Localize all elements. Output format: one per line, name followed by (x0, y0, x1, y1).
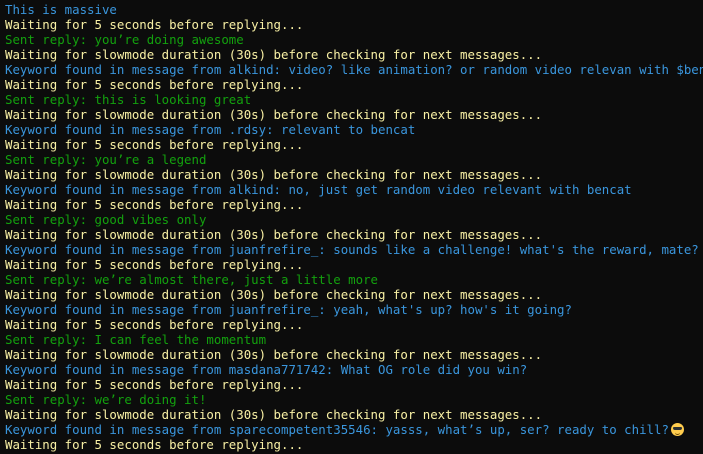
log-line: Keyword found in message from sparecompe… (5, 422, 703, 437)
log-line: Waiting for 5 seconds before replying... (5, 377, 304, 392)
log-line: This is massive (5, 2, 117, 17)
log-line: Sent reply: good vibes only (5, 212, 207, 227)
log-line: Sent reply: you’re a legend (5, 152, 207, 167)
log-line: Waiting for slowmode duration (30s) befo… (5, 407, 543, 422)
log-line: Sent reply: we’re almost there, just a l… (5, 272, 378, 287)
log-line: Sent reply: this is looking great (5, 92, 252, 107)
log-line: Sent reply: I can feel the momentum (5, 332, 267, 347)
log-line: Waiting for slowmode duration (30s) befo… (5, 287, 543, 302)
sunglasses-emoji-icon (670, 423, 684, 436)
log-line: Waiting for 5 seconds before replying... (5, 437, 304, 452)
log-line: Keyword found in message from .rdsy: rel… (5, 122, 416, 137)
log-line: Waiting for 5 seconds before replying... (5, 197, 304, 212)
log-line: Waiting for 5 seconds before replying... (5, 137, 304, 152)
log-line: Waiting for 5 seconds before replying... (5, 17, 304, 32)
log-line: Waiting for 5 seconds before replying... (5, 257, 304, 272)
log-line: Waiting for slowmode duration (30s) befo… (5, 47, 543, 62)
log-line: Keyword found in message from alkind: vi… (5, 62, 703, 77)
log-line: Sent reply: we’re doing it! (5, 392, 207, 407)
log-line: Keyword found in message from masdana771… (5, 362, 528, 377)
log-line: Waiting for 5 seconds before replying... (5, 77, 304, 92)
log-line: Waiting for slowmode duration (30s) befo… (5, 167, 543, 182)
terminal-output: This is massive Waiting for 5 seconds be… (0, 0, 703, 454)
log-line: Waiting for 5 seconds before replying... (5, 317, 304, 332)
log-line: Waiting for slowmode duration (30s) befo… (5, 107, 543, 122)
log-line: Sent reply: you’re doing awesome (5, 32, 244, 47)
log-line: Keyword found in message from juanfrefir… (5, 242, 699, 257)
log-line: Waiting for slowmode duration (30s) befo… (5, 227, 543, 242)
log-line: Waiting for slowmode duration (30s) befo… (5, 347, 543, 362)
log-line: Keyword found in message from alkind: no… (5, 182, 632, 197)
log-line: Keyword found in message from juanfrefir… (5, 302, 572, 317)
